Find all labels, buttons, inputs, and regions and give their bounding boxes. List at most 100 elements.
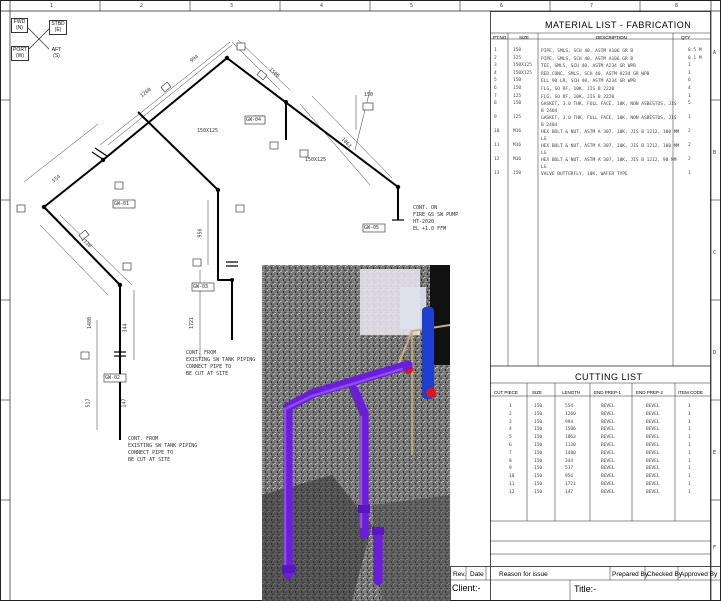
weld-tag: GW-01 [114, 201, 130, 207]
dimension-text: 1480 [87, 316, 94, 330]
cut-item-code: 1 [688, 474, 691, 480]
column-number: 2 [140, 3, 144, 9]
dimension-text: 956 [197, 228, 204, 238]
cut-length: 1480 [565, 450, 576, 456]
column-number: 5 [410, 3, 414, 9]
cutting-col-header: CUT PIECE [494, 390, 518, 395]
material-pt-no: 3 [494, 63, 497, 69]
cut-size: 150 [534, 411, 543, 417]
material-col-header: QTY [681, 35, 691, 40]
cut-piece-no: 12 [509, 489, 515, 495]
cut-item-code: 1 [688, 458, 691, 464]
cut-piece-no: 10 [509, 474, 515, 480]
column-number: 8 [675, 3, 679, 9]
title-block-client: Client:- [452, 583, 481, 593]
material-size: M16 [513, 143, 522, 149]
title-block-approved: Approved By [680, 571, 718, 578]
material-qty: 1 [688, 115, 691, 121]
cut-size: 150 [534, 427, 543, 433]
cut-item-code: 1 [688, 489, 691, 495]
weld-tag: GW-04 [246, 117, 262, 123]
material-col-header: SIZE [519, 35, 530, 40]
row-letter: D [713, 350, 717, 356]
cut-end-prep-1: BEVEL [601, 443, 615, 448]
cut-length: 1506 [565, 427, 576, 433]
branch-size-label: 150X125 [197, 128, 219, 134]
note-tank-connection-bottom: CONT. FROM EXISTING SW TANK PIPING CONNE… [128, 436, 198, 463]
cutting-col-header: LENGTH [562, 390, 581, 395]
cut-length: 147 [565, 489, 574, 495]
material-qty: 4 [688, 86, 691, 91]
cut-item-code: 1 [688, 411, 691, 417]
cut-item-code: 1 [688, 404, 691, 409]
material-description: PIPE, SMLS, SCH 40, ASTM A106 GR B [541, 49, 634, 54]
cutting-col-header: SIZE [532, 390, 543, 395]
cut-length: 956 [565, 474, 574, 480]
weld-tag: GW-02 [105, 375, 121, 381]
cut-item-code: 1 [688, 427, 691, 433]
dimension-text: 517 [85, 398, 92, 408]
cut-end-prep-1: BEVEL [601, 474, 615, 480]
cut-end-prep-2: BEVEL [646, 466, 660, 472]
material-description: PIPE, SMLS, SCH 40, ASTM A106 GR B [541, 56, 634, 62]
row-letter: C [713, 250, 717, 256]
cut-length: 1721 [565, 482, 576, 487]
cut-size: 150 [534, 482, 543, 487]
material-pt-no: 4 [494, 70, 497, 76]
material-pt-no: 13 [494, 171, 500, 177]
cut-length: 344 [565, 458, 574, 464]
cutting-col-header: END PREP-1 [594, 390, 622, 395]
cut-length: 994 [565, 419, 574, 425]
cut-size: 150 [534, 404, 543, 409]
material-size: 125 [513, 93, 522, 99]
material-size: 150 [513, 86, 522, 91]
cut-end-prep-1: BEVEL [601, 466, 615, 472]
cut-end-prep-1: BEVEL [601, 411, 615, 417]
material-qty: 1 [688, 70, 691, 76]
material-pt-no: 10 [494, 129, 500, 135]
cut-item-code: 1 [688, 443, 691, 448]
cut-size: 150 [534, 435, 543, 441]
row-letter: A [713, 50, 717, 56]
material-qty: 8.5 M [688, 48, 702, 53]
cut-piece-no: 5 [509, 435, 512, 441]
joint-markers [41, 55, 401, 288]
material-description: GASKET, 3.0 THK, FULL FACE, 10K, NON ASB… [541, 102, 677, 115]
row-letter: E [713, 450, 717, 456]
material-size: 150 [513, 48, 522, 53]
note-tank-connection-right: CONT. FROM EXISTING SW TANK PIPING CONNE… [186, 350, 256, 377]
cut-item-code: 1 [688, 435, 691, 441]
material-size: 125 [513, 55, 522, 61]
cut-end-prep-2: BEVEL [646, 489, 660, 495]
material-description: HEX BOLT & NUT, ASTM A 307, 10K, JIS B 1… [541, 130, 680, 143]
cut-end-prep-2: BEVEL [646, 443, 660, 448]
column-number: 1 [50, 3, 54, 9]
cut-end-prep-2: BEVEL [646, 404, 660, 409]
weld-tag: GW-03 [193, 284, 209, 290]
cut-item-code: 1 [688, 419, 691, 425]
point-cloud-3d-view [262, 265, 450, 601]
weld-tag: GW-05 [364, 225, 380, 231]
material-pt-no: 1 [494, 48, 497, 53]
cut-piece-no: 2 [509, 411, 512, 417]
cut-length: 554 [565, 404, 574, 409]
material-description: TEE, SMLS, SCH 40, ASTM A234 GR WPB [541, 64, 636, 70]
cut-end-prep-2: BEVEL [646, 458, 660, 464]
material-description: GASKET, 3.0 THK, FULL FACE, 10K, NON ASB… [541, 116, 677, 129]
material-description: HEX BOLT & NUT, ASTM A 307, 10K, JIS B 1… [541, 158, 677, 171]
title-block-date: Date [470, 571, 484, 578]
cut-size: 150 [534, 419, 543, 425]
cut-end-prep-2: BEVEL [646, 450, 660, 456]
material-description: HEX BOLT & NUT, ASTM A 307, 10K, JIS B 1… [541, 144, 680, 157]
cut-piece-no: 3 [509, 419, 512, 425]
cutting-col-header: ITEM CODE [678, 390, 704, 395]
material-list-title: MATERIAL LIST - FABRICATION [545, 20, 692, 30]
cut-end-prep-1: BEVEL [601, 419, 615, 425]
cut-end-prep-2: BEVEL [646, 435, 660, 441]
material-description: RED.CONC, SMLS, SCH 40, ASTM A234 GR WPB [541, 71, 650, 77]
cut-item-code: 1 [688, 450, 691, 456]
material-pt-no: 9 [494, 115, 497, 121]
cut-piece-no: 8 [509, 458, 512, 464]
cut-piece-no: 1 [509, 404, 512, 409]
cut-item-code: 1 [688, 482, 691, 487]
